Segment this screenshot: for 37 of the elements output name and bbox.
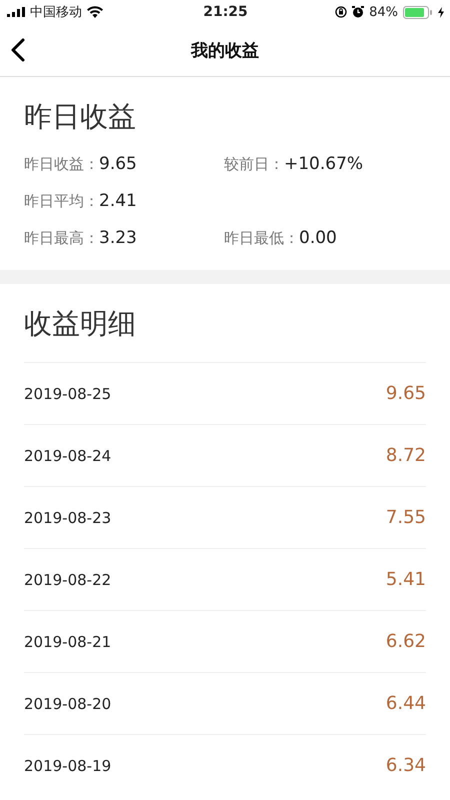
date-text: 2019-08-25 (24, 384, 112, 402)
back-icon[interactable] (11, 38, 25, 62)
stat-value: +10.67% (284, 154, 364, 174)
amount-text: 6.62 (386, 631, 426, 652)
amount-text: 9.65 (386, 383, 426, 404)
carrier-name: 中国移动 (30, 4, 82, 21)
charging-icon (438, 6, 444, 18)
battery-percent: 84% (369, 4, 398, 20)
date-text: 2019-08-21 (24, 632, 112, 650)
stat-value: 3.23 (99, 228, 137, 248)
stat-label: 较前日： (224, 154, 284, 174)
date-text: 2019-08-20 (24, 694, 112, 712)
stat-label: 昨日最低： (224, 228, 299, 248)
section-title: 昨日收益 (24, 99, 137, 135)
stat-value: 2.41 (99, 190, 137, 210)
signal-icon (7, 7, 25, 17)
battery-icon (403, 6, 434, 18)
stat-label: 昨日平均： (24, 192, 99, 210)
page-title: 我的收益 (191, 40, 259, 62)
amount-text: 6.44 (386, 693, 426, 714)
stat-value: 0.00 (299, 228, 337, 248)
section-title: 收益明细 (24, 306, 137, 342)
wifi-icon (87, 6, 103, 18)
date-text: 2019-08-24 (24, 446, 112, 464)
rotation-lock-icon (335, 6, 348, 18)
amount-text: 8.72 (386, 445, 426, 466)
stat-value: 9.65 (99, 154, 137, 174)
amount-text: 6.34 (386, 755, 426, 776)
status-time: 21:25 (203, 4, 248, 20)
amount-text: 7.55 (386, 507, 426, 528)
stat-label: 昨日收益： (24, 154, 99, 174)
stat-label: 昨日最高： (24, 228, 99, 248)
amount-text: 5.41 (386, 569, 426, 590)
date-text: 2019-08-22 (24, 570, 112, 588)
date-text: 2019-08-23 (24, 508, 112, 526)
alarm-icon (352, 6, 364, 18)
date-text: 2019-08-19 (24, 756, 112, 774)
